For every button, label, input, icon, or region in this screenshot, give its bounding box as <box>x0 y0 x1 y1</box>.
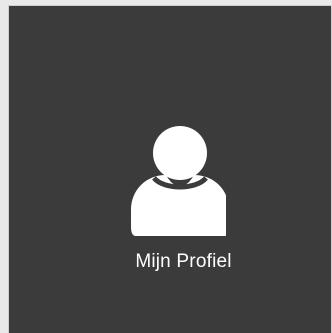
page-frame: Mijn Profiel <box>0 0 332 333</box>
tile-label: Mijn Profiel <box>135 251 232 272</box>
my-profile-tile[interactable]: Mijn Profiel <box>9 6 331 333</box>
user-profile-icon <box>131 126 226 236</box>
